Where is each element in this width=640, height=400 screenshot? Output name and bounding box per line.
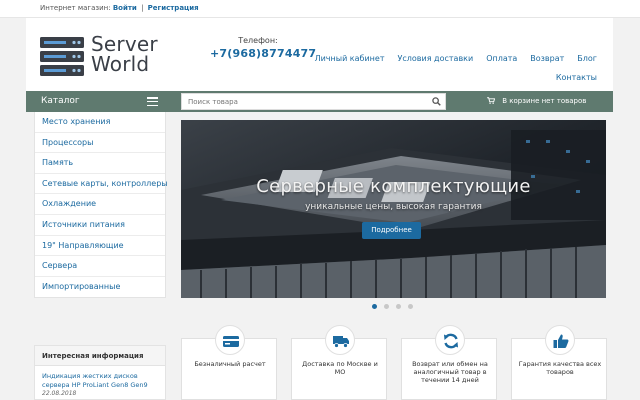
details-button[interactable]: Подробнее xyxy=(362,222,421,239)
cart-text: В корзине нет товаров xyxy=(502,97,587,105)
slider-dot[interactable] xyxy=(396,304,401,309)
login-link[interactable]: Войти xyxy=(113,4,137,12)
sidebar-item-processors[interactable]: Процессоры xyxy=(35,133,165,154)
cart-icon xyxy=(487,97,495,104)
nav-returns[interactable]: Возврат xyxy=(530,54,564,63)
nav-payment[interactable]: Оплата xyxy=(486,54,517,63)
cart-status[interactable]: В корзине нет товаров xyxy=(487,97,586,105)
sidebar-item-network-cards[interactable]: Сетевые карты, контроллеры xyxy=(35,174,168,195)
logo-text: Server World xyxy=(91,34,158,74)
feature-payment: Безналичный расчет xyxy=(181,325,277,400)
nav-row: Личный кабинет Условия доставки Оплата В… xyxy=(307,54,597,63)
feature-returns: Возврат или обмен на аналогичный товар в… xyxy=(401,325,497,400)
top-bar-links: Интернет магазин: Войти | Регистрация xyxy=(40,4,199,12)
sidebar-item-power-supplies[interactable]: Источники питания xyxy=(35,215,165,236)
nav-blog[interactable]: Блог xyxy=(577,54,597,63)
sidebar-item-servers[interactable]: Сервера xyxy=(35,256,165,277)
feature-icon-circle xyxy=(215,325,245,355)
feature-text: Доставка по Москве и МО xyxy=(302,360,378,376)
feature-icon-circle xyxy=(545,325,575,355)
feature-text: Гарантия качества всех товаров xyxy=(518,360,602,376)
search-input[interactable] xyxy=(182,94,422,109)
sidebar-item-cooling[interactable]: Охлаждение xyxy=(35,194,165,215)
info-article-link[interactable]: Индикация жестких дисков сервера HP ProL… xyxy=(35,366,165,389)
page: Интернет магазин: Войти | Регистрация Se… xyxy=(0,0,640,400)
credit-card-icon xyxy=(223,336,239,347)
slider-dot[interactable] xyxy=(384,304,389,309)
feature-icon-circle xyxy=(435,325,465,355)
catalog-bar: Каталог В корзине нет товаров xyxy=(26,91,613,112)
catalog-toggle[interactable]: Каталог xyxy=(26,91,166,112)
nav-account[interactable]: Личный кабинет xyxy=(315,54,385,63)
banner-title: Серверные комплектующие xyxy=(256,176,531,197)
menu-icon xyxy=(147,97,158,107)
truck-icon xyxy=(333,336,349,348)
slider-pagination xyxy=(372,304,416,310)
feature-icon-circle xyxy=(325,325,355,355)
feature-text: Безналичный расчет xyxy=(194,360,266,368)
top-bar: Интернет магазин: Войти | Регистрация xyxy=(0,0,640,18)
nav-delivery[interactable]: Условия доставки xyxy=(398,54,474,63)
main-nav: Личный кабинет Условия доставки Оплата В… xyxy=(307,54,597,82)
phone-block: Телефон: +7(968)8774477 xyxy=(210,36,316,60)
slider-dot[interactable] xyxy=(372,304,377,309)
feature-delivery: Доставка по Москве и МО xyxy=(291,325,387,400)
logo-line-2: World xyxy=(91,52,150,76)
hero-banner[interactable]: Серверные комплектующие уникальные цены,… xyxy=(181,120,606,298)
feature-warranty: Гарантия качества всех товаров xyxy=(511,325,607,400)
sidebar-item-rails[interactable]: 19" Направляющие xyxy=(35,236,165,257)
sidebar-item-imported[interactable]: Импортированные xyxy=(35,277,165,298)
refresh-icon xyxy=(444,333,458,349)
register-link[interactable]: Регистрация xyxy=(148,4,199,12)
logo-line-1: Server xyxy=(91,32,158,56)
feature-text: Возврат или обмен на аналогичный товар в… xyxy=(412,360,488,384)
info-title: Интересная информация xyxy=(35,346,165,366)
thumbs-up-icon xyxy=(553,334,569,348)
nav-row-2: Контакты xyxy=(307,73,597,82)
server-logo-icon xyxy=(40,37,84,76)
slider-dot[interactable] xyxy=(408,304,413,309)
logo[interactable]: Server World xyxy=(40,34,170,78)
sidebar-item-memory[interactable]: Память xyxy=(35,153,165,174)
catalog-label: Каталог xyxy=(41,96,80,106)
search-box xyxy=(181,93,446,110)
info-block: Интересная информация Индикация жестких … xyxy=(34,345,166,400)
sidebar-item-storage[interactable]: Место хранения xyxy=(35,112,165,133)
shop-label: Интернет магазин: xyxy=(40,4,111,12)
category-sidebar: Место хранения Процессоры Память Сетевые… xyxy=(34,112,168,299)
nav-contacts[interactable]: Контакты xyxy=(556,73,597,82)
phone-number[interactable]: +7(968)8774477 xyxy=(210,47,316,60)
phone-label: Телефон: xyxy=(238,36,278,45)
info-article-date: 22.08.2018 xyxy=(42,390,77,397)
link-separator: | xyxy=(141,4,144,12)
search-icon[interactable] xyxy=(432,97,441,106)
banner-subtitle: уникальные цены, высокая гарантия xyxy=(305,202,482,212)
header: Server World Телефон: +7(968)8774477 Лич… xyxy=(26,18,613,91)
